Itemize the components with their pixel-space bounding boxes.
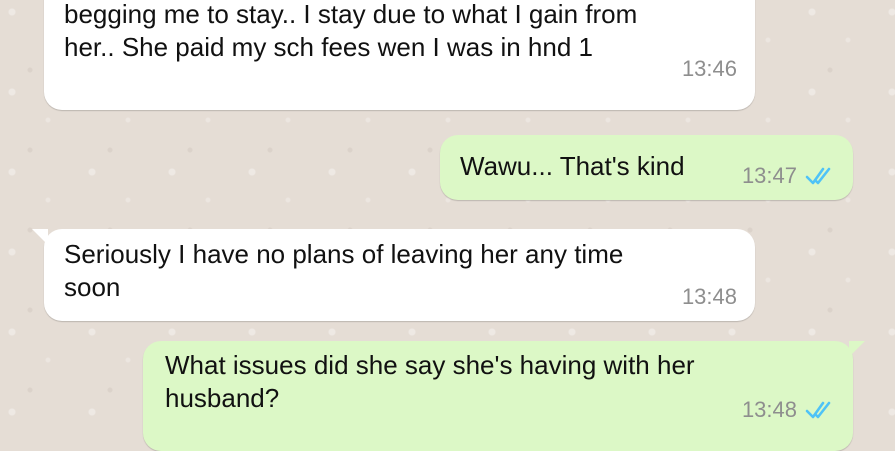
message-timestamp: 13:47 (741, 163, 797, 188)
message-timestamp: 13:46 (681, 56, 737, 81)
message-text: begging me to stay.. I stay due to what … (64, 0, 638, 62)
message-timestamp: 13:48 (681, 284, 737, 309)
message-text: Seriously I have no plans of leaving her… (64, 239, 624, 302)
bubble-tail (849, 341, 865, 357)
double-check-read-icon (805, 167, 831, 185)
double-check-read-icon (805, 401, 831, 419)
message-timestamp: 13:48 (741, 397, 797, 422)
message-meta: 13:47 (742, 164, 835, 188)
bubble-tail (32, 229, 48, 245)
message-meta: 13:46 (682, 57, 737, 81)
message-text: Wawu... That's kind (460, 151, 685, 181)
message-bubble-outgoing[interactable]: Wawu... That's kind 13:47 (440, 135, 853, 200)
message-meta: 13:48 (682, 285, 737, 309)
message-bubble-incoming[interactable]: begging me to stay.. I stay due to what … (44, 0, 755, 110)
message-bubble-outgoing[interactable]: What issues did she say she's having wit… (143, 341, 865, 451)
message-text: What issues did she say she's having wit… (165, 350, 695, 413)
message-bubble-incoming[interactable]: Seriously I have no plans of leaving her… (32, 229, 755, 321)
message-meta: 13:48 (742, 398, 835, 422)
